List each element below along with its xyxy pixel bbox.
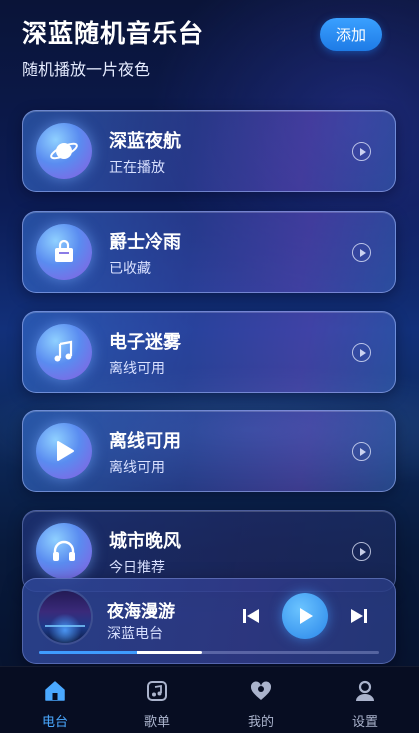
bottom-tab-bar: 电台 歌单 我的 设置 bbox=[0, 666, 419, 733]
play-circle-icon[interactable] bbox=[352, 142, 371, 161]
station-status: 已收藏 bbox=[109, 261, 151, 277]
add-button[interactable]: 添加 bbox=[320, 18, 382, 51]
play-icon bbox=[300, 608, 313, 624]
station-title: 城市晚风 bbox=[109, 531, 181, 552]
station-status: 离线可用 bbox=[109, 361, 165, 377]
tab-settings[interactable]: 设置 bbox=[313, 667, 417, 733]
page-title: 深蓝随机音乐台 bbox=[22, 19, 205, 48]
album-art bbox=[39, 591, 91, 643]
play-circle-icon[interactable] bbox=[352, 243, 371, 262]
user-icon bbox=[353, 679, 377, 703]
station-card-2[interactable]: 爵士冷雨 已收藏 bbox=[22, 211, 396, 293]
tab-playlist[interactable]: 歌单 bbox=[105, 667, 209, 733]
tab-label: 我的 bbox=[247, 715, 274, 730]
station-title: 离线可用 bbox=[109, 431, 181, 452]
track-title: 夜海漫游 bbox=[107, 602, 175, 622]
play-circle-icon[interactable] bbox=[352, 542, 371, 561]
station-status: 今日推荐 bbox=[109, 560, 165, 576]
progress-fill bbox=[39, 651, 203, 654]
station-card-1[interactable]: 深蓝夜航 正在播放 bbox=[22, 110, 396, 192]
headphones-icon bbox=[36, 523, 92, 579]
station-status: 正在播放 bbox=[109, 160, 165, 176]
planet-icon bbox=[36, 123, 92, 179]
tab-label: 歌单 bbox=[143, 715, 170, 730]
tab-label: 设置 bbox=[351, 715, 378, 730]
track-source: 深蓝电台 bbox=[107, 626, 163, 642]
tab-mine[interactable]: 我的 bbox=[209, 667, 313, 733]
station-title: 电子迷雾 bbox=[109, 332, 181, 353]
station-status: 离线可用 bbox=[109, 460, 165, 476]
page-subtitle: 随机播放一片夜色 bbox=[22, 60, 151, 79]
play-icon bbox=[36, 423, 92, 479]
progress-bar[interactable] bbox=[39, 651, 379, 654]
play-circle-icon[interactable] bbox=[352, 343, 371, 362]
heart-icon bbox=[249, 679, 273, 703]
station-title: 爵士冷雨 bbox=[109, 232, 181, 253]
home-icon bbox=[43, 679, 67, 703]
previous-button[interactable] bbox=[242, 607, 260, 625]
play-button[interactable] bbox=[282, 593, 328, 639]
next-button[interactable] bbox=[350, 607, 368, 625]
music-note-icon bbox=[36, 324, 92, 380]
tab-radio[interactable]: 电台 bbox=[3, 667, 107, 733]
bag-icon bbox=[36, 224, 92, 280]
tab-label: 电台 bbox=[41, 715, 68, 730]
skip-next-icon bbox=[351, 609, 367, 623]
station-card-4[interactable]: 离线可用 离线可用 bbox=[22, 410, 396, 492]
skip-previous-icon bbox=[243, 609, 259, 623]
playlist-icon bbox=[145, 679, 169, 703]
now-playing-bar[interactable]: 夜海漫游 深蓝电台 bbox=[22, 578, 396, 664]
station-card-3[interactable]: 电子迷雾 离线可用 bbox=[22, 311, 396, 393]
station-title: 深蓝夜航 bbox=[109, 131, 181, 152]
play-circle-icon[interactable] bbox=[352, 442, 371, 461]
